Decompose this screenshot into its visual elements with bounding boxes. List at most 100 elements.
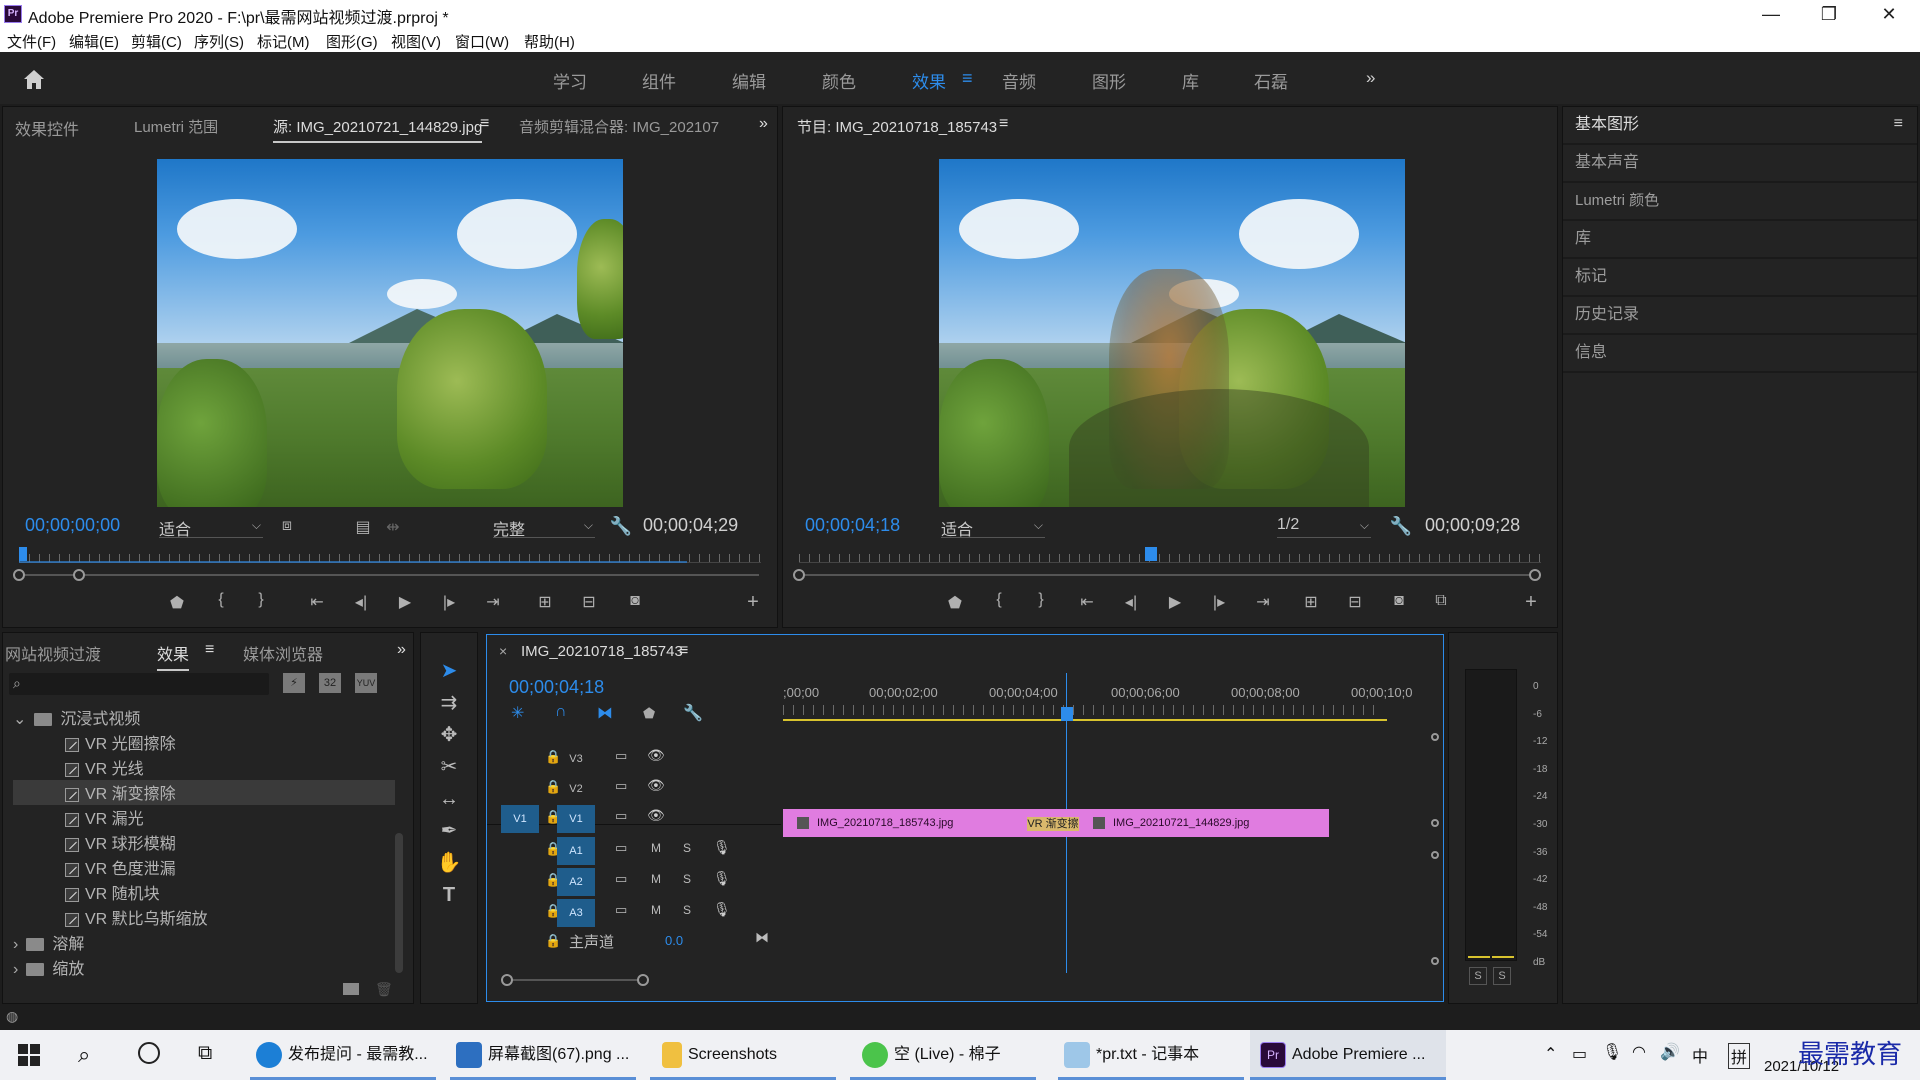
effects-scrollbar[interactable] [395,833,403,973]
track-label-a1[interactable]: A1 [557,837,595,865]
sync-lock-icon[interactable]: ▭ [615,778,627,794]
workspace-graphics[interactable]: 图形 [1092,68,1126,93]
tab-audio-clip-mixer[interactable]: 音频剪辑混合器: IMG_202107 [519,116,719,137]
mute-a3[interactable]: M [651,903,661,917]
taskbar-edge[interactable]: 发布提问 - 最需教... [250,1030,436,1080]
play-icon[interactable]: ▶ [1163,592,1187,612]
timeline-zoom-bar[interactable] [501,974,649,986]
microphone-icon[interactable]: 🎙 [1602,1042,1622,1062]
panel-essential-sound[interactable]: 基本声音 [1563,145,1917,183]
video-scroll-handle[interactable] [1431,819,1439,827]
lift-icon[interactable]: ⊞ [1299,592,1323,612]
32bit-effects-icon[interactable]: 32 [319,673,341,693]
close-button[interactable]: ✕ [1860,0,1918,28]
effect-vr-gradient-wipe[interactable]: VR 渐变擦除 [13,780,395,805]
taskbar-notepad[interactable]: *pr.txt - 记事本 [1058,1030,1244,1080]
step-forward-icon[interactable]: |▸ [437,592,461,612]
folder-zoom[interactable]: › 缩放 [13,955,393,980]
hand-tool-icon[interactable]: ✋ [435,849,463,877]
program-scrubber[interactable] [799,547,1541,563]
menu-view[interactable]: 视图(V) [391,31,441,52]
panel-lumetri-color[interactable]: Lumetri 颜色 [1563,183,1917,221]
folder-immersive-video[interactable]: ⌄ 沉浸式视频 [13,705,393,730]
source-overflow-icon[interactable]: » [759,115,768,133]
effects-tab-menu-icon[interactable]: ≡ [205,641,214,659]
transition-vr-gradient-wipe[interactable]: VR 渐变擦 [1027,817,1079,831]
sequence-tab[interactable]: IMG_20210718_185743 [521,643,683,660]
snap-icon[interactable]: ∩ [555,703,567,721]
workspace-libraries[interactable]: 库 [1182,68,1199,93]
menu-clip[interactable]: 剪辑(C) [131,31,182,52]
yuv-effects-icon[interactable]: YUV [355,673,377,693]
sync-lock-icon[interactable]: ▭ [615,871,627,887]
tab-effect-controls[interactable]: 效果控件 [15,116,79,140]
timeline-playhead[interactable] [1061,707,1073,721]
minimize-button[interactable]: — [1742,0,1800,28]
battery-icon[interactable]: ▭ [1572,1044,1587,1064]
taskbar-photo[interactable]: 屏幕截图(67).png ... [450,1030,636,1080]
selection-tool-icon[interactable]: ➤ [435,657,463,685]
panel-history[interactable]: 历史记录 [1563,297,1917,335]
drag-video-icon[interactable]: ⧈ [275,517,299,535]
taskbar-premiere[interactable]: Pr Adobe Premiere ... [1250,1030,1446,1080]
tab-project[interactable]: 网站视频过渡 [5,641,101,665]
windows-start-icon[interactable] [18,1044,40,1066]
add-marker-icon[interactable]: ⬟ [943,593,967,613]
audio-scroll-handle[interactable] [1431,957,1439,965]
track-label-v1[interactable]: V1 [557,805,595,833]
export-frame-icon[interactable]: ◙ [623,592,647,610]
workspace-assembly[interactable]: 组件 [642,68,676,93]
effects-overflow-icon[interactable]: » [397,641,406,659]
menu-file[interactable]: 文件(F) [7,31,56,52]
tab-effects[interactable]: 效果 [157,641,190,671]
sync-lock-icon[interactable]: ▭ [615,748,627,764]
source-scrubber[interactable] [19,547,761,563]
drag-audio-icon[interactable]: ⇹ [381,517,405,537]
sequence-menu-icon[interactable]: ≡ [679,642,688,660]
source-zoom-bar[interactable] [13,569,759,581]
menu-markers[interactable]: 标记(M) [257,31,310,52]
comparison-view-icon[interactable]: ⧉ [1429,592,1453,610]
source-timecode[interactable]: 00;00;00;00 [25,515,120,536]
taskbar-music[interactable]: 空 (Live) - 棉子 [850,1030,1036,1080]
program-video-frame[interactable] [939,159,1405,507]
tab-media-browser[interactable]: 媒体浏览器 [243,641,323,665]
search-icon[interactable]: ⌕ [78,1042,90,1068]
mark-out-icon[interactable]: } [1029,591,1053,609]
menu-sequence[interactable]: 序列(S) [194,31,244,52]
effect-vr-chroma-leaks[interactable]: VR 色度泄漏 [65,855,395,880]
export-frame-icon[interactable]: ◙ [1387,592,1411,610]
solo-left-button[interactable]: S [1469,967,1487,985]
panel-essential-graphics[interactable]: 基本图形 [1563,107,1917,145]
step-back-icon[interactable]: ◂| [1119,592,1143,612]
right-panel-menu-icon[interactable]: ≡ [1894,115,1903,133]
program-title[interactable]: 节目: IMG_20210718_185743 [797,116,997,137]
program-playhead[interactable] [1145,547,1157,561]
insert-icon[interactable]: ⊞ [533,592,557,612]
workspace-custom[interactable]: 石磊 [1254,68,1288,93]
taskbar-screenshots-folder[interactable]: Screenshots [650,1030,836,1080]
effect-vr-iris-wipe[interactable]: VR 光圈擦除 [65,730,395,755]
maximize-button[interactable]: ❐ [1800,0,1858,28]
video-clip-1[interactable]: IMG_20210718_185743.jpg [783,809,1027,837]
tab-source[interactable]: 源: IMG_20210721_144829.jpg [273,116,483,143]
network-icon[interactable]: ◠ [1632,1042,1646,1062]
folder-dissolve[interactable]: › 溶解 [13,930,393,955]
overwrite-icon[interactable]: ⊟ [577,592,601,612]
microphone-icon[interactable]: 🎙 [713,901,731,918]
eye-icon[interactable]: 👁 [647,747,665,764]
source-playhead[interactable] [19,547,27,561]
menu-graphics[interactable]: 图形(G) [326,31,378,52]
track-label-v2[interactable]: V2 [557,775,595,803]
ime-mode[interactable]: 拼 [1728,1043,1751,1069]
program-quality-dropdown[interactable]: 1/2 ⌵ [1277,516,1371,538]
film-icon[interactable]: ▤ [351,517,375,537]
workspace-editing[interactable]: 编辑 [732,68,766,93]
close-sequence-icon[interactable]: × [499,643,507,659]
video-scroll-handle[interactable] [1431,733,1439,741]
video-clip-2[interactable]: IMG_20210721_144829.jpg [1079,809,1329,837]
workspace-menu-icon[interactable]: ≡ [962,68,973,89]
menu-edit[interactable]: 编辑(E) [69,31,119,52]
go-to-in-icon[interactable]: ⇤ [1075,592,1099,612]
work-area-bar[interactable] [783,719,1387,721]
